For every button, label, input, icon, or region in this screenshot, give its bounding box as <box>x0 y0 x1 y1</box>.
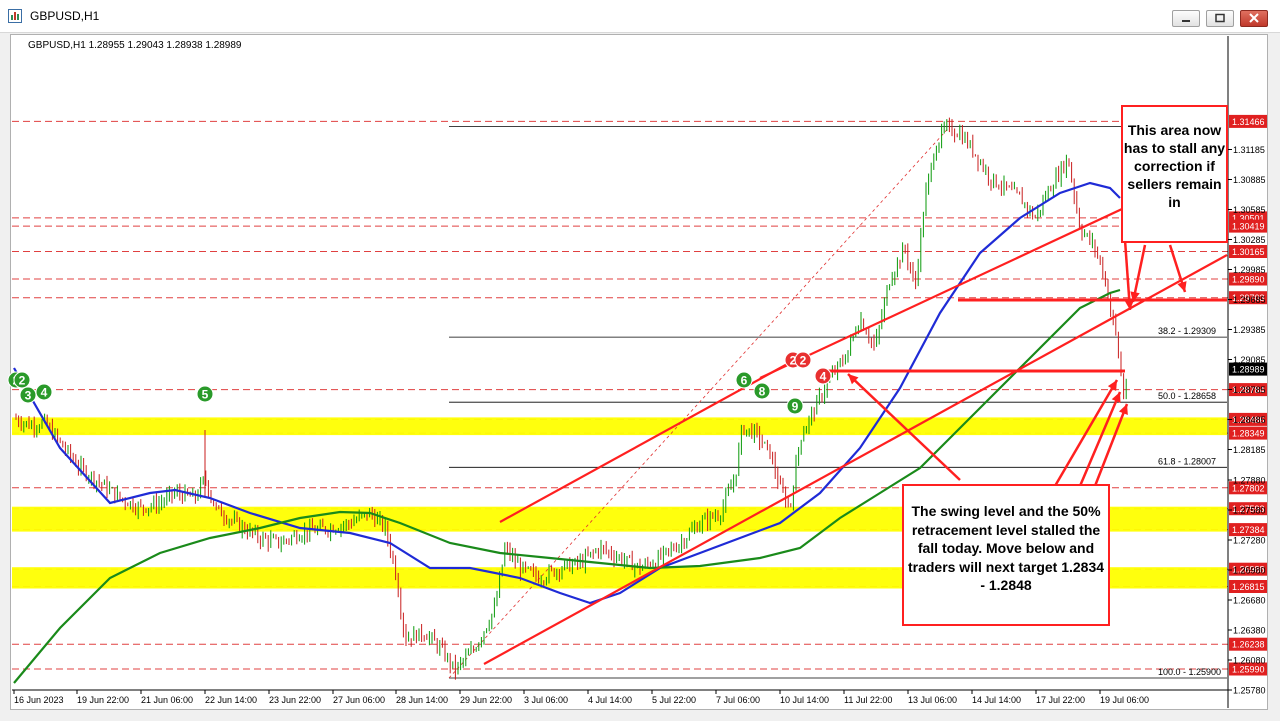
fibonacci-label: 61.8 - 1.28007 <box>1158 456 1216 466</box>
price-tick-label: 1.26080 <box>1233 656 1266 666</box>
price-level-label: 1.26815 <box>1232 582 1265 592</box>
price-tick-label: 1.28185 <box>1233 445 1266 455</box>
fibonacci-label: 100.0 - 1.25900 <box>1158 667 1221 677</box>
current-price-label: 1.28989 <box>1232 365 1265 375</box>
time-label: 23 Jun 22:00 <box>269 695 321 705</box>
time-label: 19 Jun 22:00 <box>77 695 129 705</box>
time-label: 4 Jul 14:00 <box>588 695 632 705</box>
price-level-label: 1.25990 <box>1232 665 1265 675</box>
time-label: 7 Jul 06:00 <box>716 695 760 705</box>
time-axis: 16 Jun 2023 19 Jun 22:00 21 Jun 06:00 22 Ju… <box>12 689 1228 705</box>
price-tick-label: 1.28785 <box>1233 385 1266 395</box>
time-label: 27 Jun 06:00 <box>333 695 385 705</box>
annotation-resistance-text: This area now has to stall any correctio… <box>1123 122 1226 210</box>
swing-marker-label: 3 <box>25 389 32 403</box>
time-label: 14 Jul 14:00 <box>972 695 1021 705</box>
price-tick-label: 1.30285 <box>1233 235 1266 245</box>
price-tick-label: 1.27880 <box>1233 476 1266 486</box>
time-label: 5 Jul 22:00 <box>652 695 696 705</box>
price-tick-label: 1.29385 <box>1233 325 1266 335</box>
time-label: 28 Jun 14:00 <box>396 695 448 705</box>
price-level-label: 1.30165 <box>1232 247 1265 257</box>
time-label: 13 Jul 06:00 <box>908 695 957 705</box>
swing-marker-label: 5 <box>202 388 209 402</box>
support-zone <box>12 417 1227 436</box>
time-label: 16 Jun 2023 <box>14 695 64 705</box>
swing-marker-label: 9 <box>792 400 799 414</box>
symbol-info: GBPUSD,H1 1.28955 1.29043 1.28938 1.2898… <box>28 40 242 51</box>
price-level-label: 1.30419 <box>1232 222 1265 232</box>
price-tick-label: 1.27280 <box>1233 536 1266 546</box>
channel-upper-line <box>499 356 801 523</box>
time-label: 3 Jul 06:00 <box>524 695 568 705</box>
price-tick-label: 1.26980 <box>1233 566 1266 576</box>
time-label: 11 Jul 22:00 <box>844 695 892 705</box>
swing-marker-label: 2 <box>800 354 807 368</box>
swing-marker-label: 2 <box>19 374 26 388</box>
price-tick-label: 1.28485 <box>1233 415 1266 425</box>
price-level-label: 1.31466 <box>1232 117 1265 127</box>
price-tick-label: 1.30585 <box>1233 205 1266 215</box>
price-axis: 1.314661.305011.304191.301651.298901.297… <box>1227 36 1267 708</box>
channel-lower-line <box>483 254 1228 665</box>
fibonacci-lines: 0.0 - 1.3141638.2 - 1.2930950.0 - 1.2865… <box>448 115 1227 679</box>
swing-marker-label: 4 <box>820 370 827 384</box>
fibonacci-label: 50.0 - 1.28658 <box>1158 391 1216 401</box>
price-tick-label: 1.31185 <box>1233 145 1265 155</box>
price-tick-label: 1.26680 <box>1233 596 1266 606</box>
fibonacci-label: 38.2 - 1.29309 <box>1158 326 1216 336</box>
price-tick-label: 1.27580 <box>1233 506 1266 516</box>
price-level-label: 1.27384 <box>1232 525 1265 535</box>
price-level-label: 1.29890 <box>1232 275 1265 285</box>
price-level-label: 1.26238 <box>1232 640 1265 650</box>
price-tick-label: 1.29685 <box>1233 295 1266 305</box>
time-label: 19 Jul 06:00 <box>1100 695 1149 705</box>
arrow-to-resistance-c-head <box>1124 299 1135 310</box>
price-level-label: 1.28349 <box>1232 429 1265 439</box>
chart-window: GBPUSD,H1 0.0 - 1.3141638.2 - 1.2930950.… <box>0 0 1280 721</box>
annotation-resistance-note: This area now has to stall any correctio… <box>1121 105 1228 243</box>
swing-marker-label: 8 <box>759 385 766 399</box>
time-label: 29 Jun 22:00 <box>460 695 512 705</box>
price-tick-label: 1.25780 <box>1233 686 1266 696</box>
swing-markers: 22345689224 <box>7 351 832 415</box>
time-label: 21 Jun 06:00 <box>141 695 193 705</box>
price-tick-label: 1.26380 <box>1233 626 1266 636</box>
swing-marker-label: 6 <box>741 374 748 388</box>
annotation-swing-note: The swing level and the 50% retracement … <box>902 484 1110 626</box>
time-label: 17 Jul 22:00 <box>1036 695 1085 705</box>
annotation-swing-text: The swing level and the 50% retracement … <box>907 503 1105 593</box>
time-label: 10 Jul 14:00 <box>780 695 829 705</box>
price-tick-label: 1.29985 <box>1233 265 1266 275</box>
price-tick-label: 1.30885 <box>1233 175 1266 185</box>
time-label: 22 Jun 14:00 <box>205 695 257 705</box>
swing-marker-label: 4 <box>41 386 48 400</box>
